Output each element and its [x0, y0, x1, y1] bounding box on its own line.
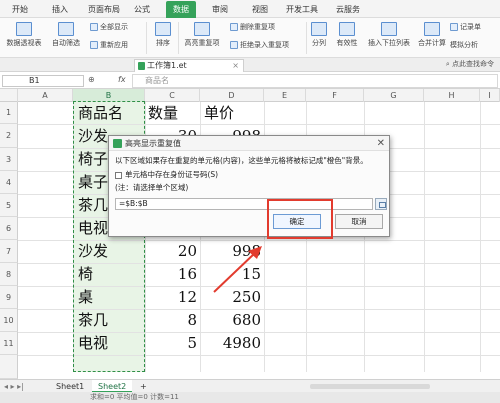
horizontal-scrollbar[interactable]	[310, 384, 430, 389]
annotation-arrow	[213, 246, 262, 293]
status-summary: 求和=0 平均值=0 计数=11	[90, 393, 179, 401]
sheet-tab-bar: ◂ ▸ ▸| Sheet1 Sheet2 +	[0, 379, 500, 393]
status-bar: 求和=0 平均值=0 计数=11	[0, 392, 500, 403]
